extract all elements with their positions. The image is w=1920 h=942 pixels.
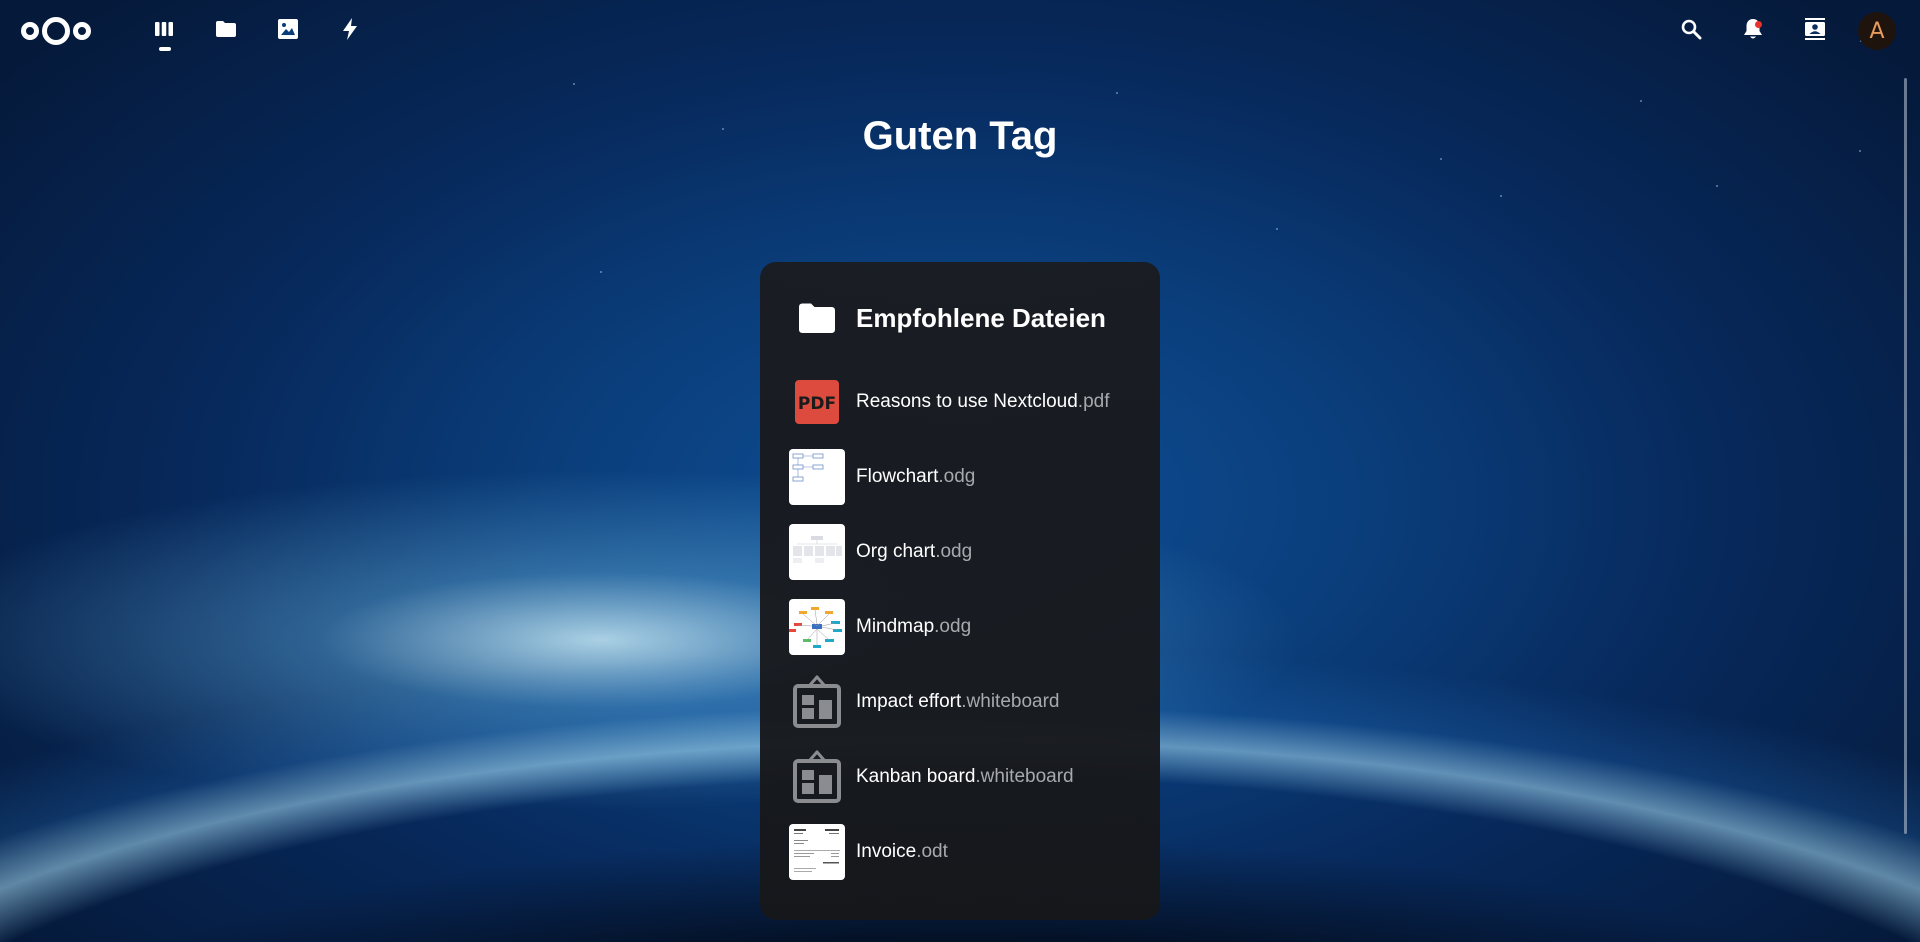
app-activity[interactable] <box>319 0 381 62</box>
notifications-button[interactable] <box>1722 0 1784 62</box>
active-app-indicator <box>159 47 171 51</box>
file-extension: .whiteboard <box>961 690 1060 712</box>
file-item[interactable]: Org chart.odg <box>760 514 1160 589</box>
dashboard-icon <box>154 21 174 42</box>
file-extension: .whiteboard <box>975 765 1074 787</box>
whiteboard-icon <box>789 749 845 805</box>
file-extension: .odt <box>916 840 948 862</box>
file-name: Impact effort.whiteboard <box>856 690 1060 712</box>
file-list: PDF Reasons to use Nextcloud.pdf Flowcha… <box>760 364 1160 889</box>
widget-title: Empfohlene Dateien <box>856 302 1106 333</box>
file-name: Reasons to use Nextcloud.pdf <box>856 390 1110 412</box>
file-name: Mindmap.odg <box>856 615 972 637</box>
notification-badge <box>1755 21 1762 28</box>
user-menu[interactable]: A <box>1846 0 1908 62</box>
file-extension: .pdf <box>1077 390 1110 412</box>
file-item[interactable]: Impact effort.whiteboard <box>760 664 1160 739</box>
app-files[interactable] <box>195 0 257 62</box>
app-photos[interactable] <box>257 0 319 62</box>
page-scrollbar[interactable] <box>1904 78 1907 834</box>
file-name: Kanban board.whiteboard <box>856 765 1074 787</box>
file-extension: .odg <box>935 540 973 562</box>
file-extension: .odg <box>934 615 972 637</box>
avatar-initial: A <box>1869 18 1885 44</box>
mindmap-thumbnail <box>789 598 845 655</box>
file-extension: .odg <box>938 465 976 487</box>
contacts-icon <box>1803 17 1827 46</box>
file-item[interactable]: Flowchart.odg <box>760 439 1160 514</box>
file-item[interactable]: Mindmap.odg <box>760 589 1160 664</box>
app-navigation <box>133 0 381 62</box>
widget-header: Empfohlene Dateien <box>760 290 1160 346</box>
avatar: A <box>1858 12 1896 50</box>
search-icon <box>1680 18 1702 45</box>
image-icon <box>277 18 299 45</box>
contacts-button[interactable] <box>1784 0 1846 62</box>
greeting-title: Guten Tag <box>862 114 1058 158</box>
top-header: A <box>0 0 1920 62</box>
app-dashboard[interactable] <box>133 0 195 62</box>
nextcloud-logo[interactable] <box>19 15 93 47</box>
search-button[interactable] <box>1660 0 1722 62</box>
flowchart-thumbnail <box>789 448 845 505</box>
org-chart-thumbnail <box>789 523 845 580</box>
file-item[interactable]: Invoice.odt <box>760 814 1160 889</box>
svg-text:PDF: PDF <box>798 394 836 414</box>
file-name: Org chart.odg <box>856 540 973 562</box>
whiteboard-icon <box>789 674 845 730</box>
file-item[interactable]: Kanban board.whiteboard <box>760 739 1160 814</box>
file-name: Flowchart.odg <box>856 465 976 487</box>
invoice-thumbnail <box>789 823 845 880</box>
pdf-file-icon: PDF <box>789 374 845 430</box>
file-name: Invoice.odt <box>856 840 948 862</box>
lightning-icon <box>341 17 359 46</box>
folder-icon <box>215 20 237 43</box>
recommended-files-widget: Empfohlene Dateien PDF Reasons to use Ne… <box>760 262 1160 920</box>
file-item[interactable]: PDF Reasons to use Nextcloud.pdf <box>760 364 1160 439</box>
folder-icon <box>798 301 836 335</box>
